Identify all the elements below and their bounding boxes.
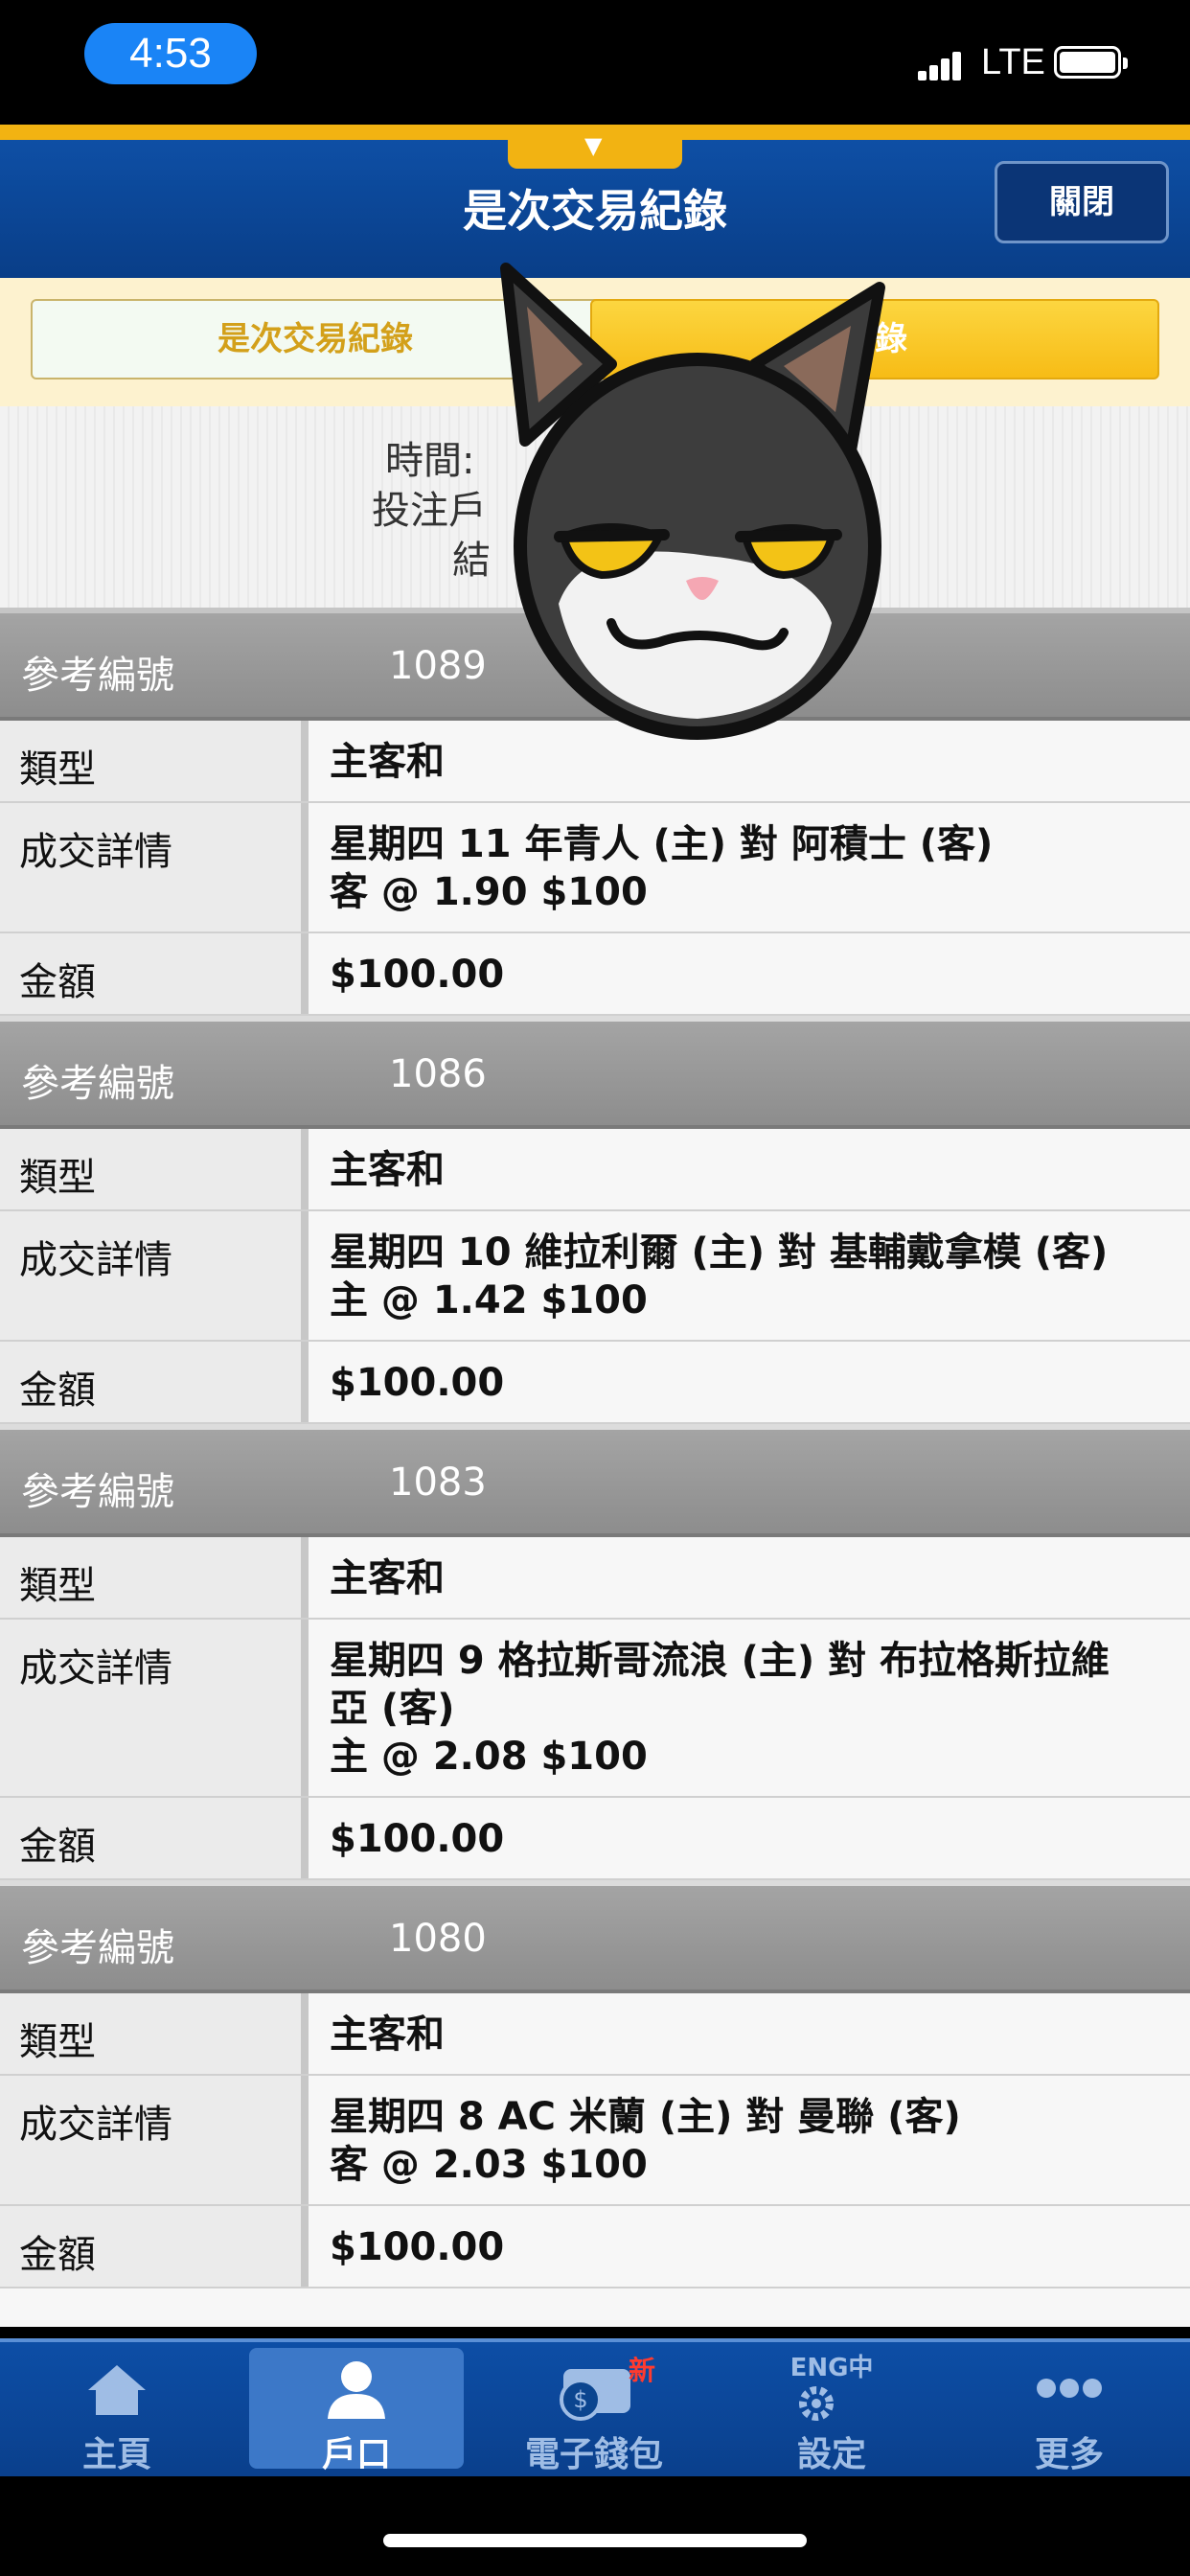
type-label: 類型 [0,721,309,801]
new-badge: 新 [629,2355,656,2386]
amount-row: 金額 $100.00 [0,933,1190,1016]
type-label: 類型 [0,1993,309,2074]
pull-tab[interactable]: ▼ [508,125,682,169]
account-icon [328,2361,385,2419]
record-header: 參考編號 1083 [0,1430,1190,1537]
type-value: 主客和 [309,1993,1190,2074]
nav-account-label: 戶口 [321,2435,391,2474]
record-header: 參考編號 1086 [0,1022,1190,1129]
details-value: 星期四 11 年青人 (主) 對 阿積士 (客) 客 @ 1.90 $100 [309,803,1190,932]
type-value: 主客和 [309,1537,1190,1618]
home-indicator[interactable] [383,2534,807,2547]
amount-row: 金額 $100.00 [0,1798,1190,1880]
nav-settings-label: 設定 [796,2435,866,2474]
records-list: 參考編號 1089 類型 主客和 成交詳情 星期四 11 年青人 (主) 對 阿… [0,613,1190,2327]
triangle-down-icon: ▼ [584,132,603,159]
amount-value: $100.00 [309,1342,1190,1422]
amount-label: 金額 [0,2206,309,2287]
details-row: 成交詳情 星期四 10 維拉利爾 (主) 對 基輔戴拿模 (客) 主 @ 1.4… [0,1211,1190,1342]
status-bar: 4:53 LTE [0,0,1190,125]
ref-label: 參考編號 [21,654,174,698]
close-button[interactable]: 關閉 [995,161,1169,243]
record: 參考編號 1080 類型 主客和 成交詳情 星期四 8 AC 米蘭 (主) 對 … [0,1886,1190,2327]
amount-label: 金額 [0,933,309,1014]
details-label: 成交詳情 [0,2076,309,2204]
record-header: 參考編號 1080 [0,1886,1190,1993]
status-time: 4:53 [84,23,257,84]
ref-label: 參考編號 [21,1062,174,1106]
more-icon [1037,2379,1102,2398]
type-row: 類型 主客和 [0,1993,1190,2076]
details-label: 成交詳情 [0,1211,309,1340]
nav-account[interactable]: 戶口 [249,2342,464,2480]
nav-home[interactable]: 主頁 [10,2342,224,2480]
details-label: 成交詳情 [0,1620,309,1796]
details-row: 成交詳情 星期四 11 年青人 (主) 對 阿積士 (客) 客 @ 1.90 $… [0,803,1190,933]
time-label: 時間: [385,439,475,483]
wallet-icon: $ [560,2369,630,2421]
details-label: 成交詳情 [0,803,309,932]
record: 參考編號 1086 類型 主客和 成交詳情 星期四 10 維拉利爾 (主) 對 … [0,1022,1190,1430]
nav-settings[interactable]: ENG中 設定 [724,2342,939,2480]
home-indicator-area [0,2476,1190,2576]
type-label: 類型 [0,1129,309,1209]
bottom-nav: 主頁 戶口 $ 新 電子錢包 ENG中 設定 更多 [0,2338,1190,2480]
details-value: 星期四 9 格拉斯哥流浪 (主) 對 布拉格斯拉維 亞 (客) 主 @ 2.08… [309,1620,1190,1796]
details-value: 星期四 10 維拉利爾 (主) 對 基輔戴拿模 (客) 主 @ 1.42 $10… [309,1211,1190,1340]
nav-home-label: 主頁 [81,2435,151,2474]
amount-value: $100.00 [309,933,1190,1014]
type-value: 主客和 [309,1129,1190,1209]
details-value: 星期四 8 AC 米蘭 (主) 對 曼聯 (客) 客 @ 2.03 $100 [309,2076,1190,2204]
battery-icon [1054,46,1128,79]
nav-more-label: 更多 [1034,2435,1104,2474]
network-label: LTE [981,42,1045,82]
nav-more[interactable]: 更多 [962,2342,1177,2480]
gear-icon [799,2386,834,2421]
type-row: 類型 主客和 [0,1537,1190,1620]
type-row: 類型 主客和 [0,1129,1190,1211]
amount-label: 金額 [0,1798,309,1878]
ref-number: 1080 [389,1917,487,1961]
amount-row: 金額 $100.00 [0,2206,1190,2288]
amount-value: $100.00 [309,2206,1190,2287]
svg-text:$: $ [573,2386,587,2413]
signal-icon [918,50,964,80]
amount-label: 金額 [0,1342,309,1422]
record: 參考編號 1083 類型 主客和 成交詳情 星期四 9 格拉斯哥流浪 (主) 對… [0,1430,1190,1886]
cat-sticker-icon [500,263,885,740]
details-row: 成交詳情 星期四 8 AC 米蘭 (主) 對 曼聯 (客) 客 @ 2.03 $… [0,2076,1190,2206]
amount-value: $100.00 [309,1798,1190,1878]
nav-wallet[interactable]: $ 新 電子錢包 [487,2342,701,2480]
ref-number: 1083 [389,1460,487,1505]
type-label: 類型 [0,1537,309,1618]
amount-row: 金額 $100.00 [0,1342,1190,1424]
ref-number: 1086 [389,1052,487,1096]
details-row: 成交詳情 星期四 9 格拉斯哥流浪 (主) 對 布拉格斯拉維 亞 (客) 主 @… [0,1620,1190,1798]
ref-label: 參考編號 [21,1470,174,1514]
ref-label: 參考編號 [21,1926,174,1970]
home-icon [88,2365,146,2415]
nav-wallet-label: 電子錢包 [524,2435,663,2474]
